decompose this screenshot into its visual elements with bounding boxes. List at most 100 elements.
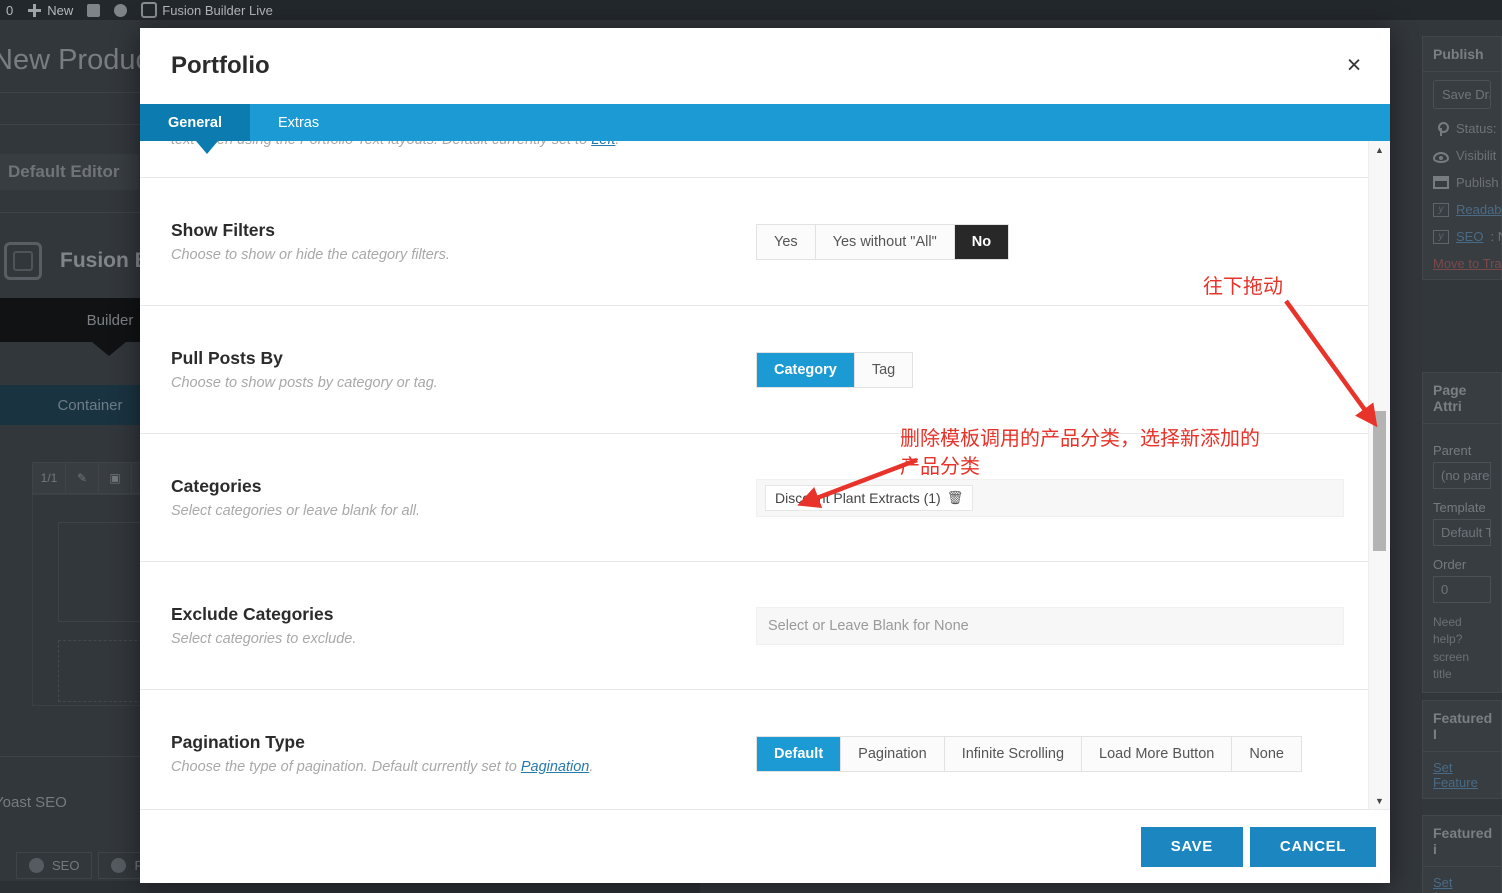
seo-value: : N <box>1490 229 1502 244</box>
wp-admin-bar[interactable]: 0 New Fusion Builder Live <box>0 0 1502 20</box>
visibility-row[interactable]: Visibilit <box>1433 148 1496 163</box>
featured-image-body-1: Set Feature <box>1423 752 1501 798</box>
option-row-pagination-type: Pagination Type Choose the type of pagin… <box>140 689 1368 809</box>
readability-link[interactable]: Readab <box>1456 202 1502 217</box>
modal-scrollbar[interactable]: ▲ ▼ <box>1368 141 1390 809</box>
admin-bar-new-label: New <box>47 2 74 18</box>
admin-bar-fusion-live[interactable]: Fusion Builder Live <box>141 2 273 18</box>
option-description-after: . <box>589 759 594 775</box>
clipped-description-link[interactable]: Left <box>591 141 615 148</box>
parent-select[interactable]: (no paren <box>1433 462 1491 489</box>
seo-link[interactable]: SEO <box>1456 229 1483 244</box>
status-row[interactable]: Status: <box>1433 121 1496 136</box>
tab-extras[interactable]: Extras <box>250 104 347 141</box>
yoast-icon <box>87 3 101 17</box>
featured-image-panel-2: Featured i Set feature <box>1422 815 1502 893</box>
plus-icon <box>27 3 42 18</box>
pull-posts-by-buttonset[interactable]: Category Tag <box>756 351 914 388</box>
pull-posts-by-option-tag[interactable]: Tag <box>854 352 913 387</box>
comment-count-value: 0 <box>6 2 14 18</box>
pagination-option-pagination[interactable]: Pagination <box>841 736 945 771</box>
move-to-trash-row[interactable]: Move to Tra <box>1433 256 1502 271</box>
modal-body: text when using the Portfolio Text layou… <box>140 141 1390 809</box>
scrollbar-thumb[interactable] <box>1373 411 1386 551</box>
exclude-categories-multiselect[interactable]: Select or Leave Blank for None <box>756 606 1344 645</box>
portfolio-settings-modal: Portfolio × General Extras text when usi… <box>140 28 1390 883</box>
save-draft-button[interactable]: Save Draf <box>1433 80 1491 109</box>
set-featured-image-link-1[interactable]: Set Feature <box>1433 760 1478 790</box>
admin-bar-new[interactable]: New <box>27 3 73 18</box>
yoast-icon: y <box>1433 229 1449 244</box>
comment-count[interactable]: 0 <box>6 3 13 18</box>
seo-row[interactable]: y SEO : N <box>1433 229 1502 244</box>
show-filters-option-yes[interactable]: Yes <box>757 224 816 259</box>
category-chip[interactable]: Discount Plant Extracts (1) 🗑 <box>765 484 974 511</box>
template-label: Template <box>1433 500 1486 515</box>
clipped-description-row: text when using the Portfolio Text layou… <box>140 141 1368 177</box>
cancel-button[interactable]: CANCEL <box>1249 826 1376 867</box>
admin-bar-yoast[interactable] <box>87 3 101 17</box>
set-featured-image-link-2[interactable]: Set feature <box>1433 875 1473 893</box>
option-title: Categories <box>171 476 262 496</box>
option-title: Show Filters <box>171 220 276 240</box>
option-description: Choose to show or hide the category filt… <box>171 247 450 263</box>
admin-bar-avatar[interactable] <box>114 3 128 17</box>
trash-icon[interactable]: 🗑 <box>947 490 964 506</box>
save-button[interactable]: SAVE <box>1140 826 1243 867</box>
option-title: Pagination Type <box>171 732 305 752</box>
active-tab-caret-icon <box>196 141 218 154</box>
tab-extras-label: Extras <box>278 114 320 131</box>
clone-icon[interactable]: ▣ <box>99 463 132 493</box>
pagination-option-load-more-button[interactable]: Load More Button <box>1082 736 1233 771</box>
yoast-icon: y <box>1433 202 1449 217</box>
clipped-description-after: . <box>615 141 619 148</box>
show-filters-option-yes-without-all[interactable]: Yes without "All" <box>815 224 955 259</box>
option-row-categories: Categories Select categories or leave bl… <box>140 433 1368 561</box>
publish-panel-title: Publish <box>1423 37 1501 72</box>
pagination-default-link[interactable]: Pagination <box>521 759 590 775</box>
publish-label: Publish <box>1456 175 1499 190</box>
clipped-description-before: text when using the Portfolio Text layou… <box>171 141 591 148</box>
clipped-description: text when using the Portfolio Text layou… <box>171 141 619 148</box>
template-select[interactable]: Default T <box>1433 519 1491 546</box>
scroll-down-icon[interactable]: ▼ <box>1369 792 1390 809</box>
show-filters-option-no[interactable]: No <box>954 224 1009 259</box>
modal-footer: SAVE CANCEL <box>140 809 1390 883</box>
order-input[interactable]: 0 <box>1433 576 1491 603</box>
pin-icon <box>1433 121 1449 136</box>
publish-date-row[interactable]: Publish <box>1433 175 1499 190</box>
option-row-show-filters: Show Filters Choose to show or hide the … <box>140 177 1368 305</box>
option-row-pull-posts-by: Pull Posts By Choose to show posts by ca… <box>140 305 1368 433</box>
pull-posts-by-option-category[interactable]: Category <box>757 352 855 387</box>
yoast-seo-heading: Yoast SEO <box>0 794 67 811</box>
page-attributes-panel: Page Attri Parent (no paren Template Def… <box>1422 372 1502 693</box>
pagination-type-buttonset[interactable]: Default Pagination Infinite Scrolling Lo… <box>756 735 1302 772</box>
close-icon[interactable]: × <box>1318 28 1390 104</box>
featured-image-title-2: Featured i <box>1423 816 1501 867</box>
default-editor-tab[interactable]: Default Editor <box>0 154 140 190</box>
status-label: Status: <box>1456 121 1497 136</box>
categories-multiselect[interactable]: Discount Plant Extracts (1) 🗑 <box>756 478 1344 517</box>
avatar-icon <box>114 3 128 17</box>
featured-image-body-2: Set feature <box>1423 867 1501 893</box>
option-label-block: Show Filters Choose to show or hide the … <box>171 220 756 263</box>
readability-row[interactable]: y Readab <box>1433 202 1502 217</box>
scroll-up-icon[interactable]: ▲ <box>1369 141 1390 158</box>
edit-pencil-icon[interactable]: ✎ <box>66 463 99 493</box>
option-title: Exclude Categories <box>171 604 334 624</box>
modal-header: Portfolio × <box>140 28 1390 104</box>
page-attributes-body: Parent (no paren Template Default T Orde… <box>1423 424 1501 692</box>
option-label-block: Pull Posts By Choose to show posts by ca… <box>171 348 756 391</box>
move-to-trash-link[interactable]: Move to Tra <box>1433 256 1502 271</box>
pagination-option-default[interactable]: Default <box>757 736 842 771</box>
readability-status-dot-icon <box>111 858 127 873</box>
visibility-label: Visibilit <box>1456 148 1497 163</box>
option-description-before: Choose the type of pagination. Default c… <box>171 759 521 775</box>
pagination-option-none[interactable]: None <box>1232 736 1301 771</box>
tab-general[interactable]: General <box>140 104 250 141</box>
category-chip-label: Discount Plant Extracts (1) <box>775 489 941 506</box>
seo-score-pill[interactable]: SEO <box>16 852 93 879</box>
pagination-option-infinite-scrolling[interactable]: Infinite Scrolling <box>944 736 1083 771</box>
show-filters-buttonset[interactable]: Yes Yes without "All" No <box>756 223 1010 260</box>
seo-status-dot-icon <box>29 858 44 873</box>
